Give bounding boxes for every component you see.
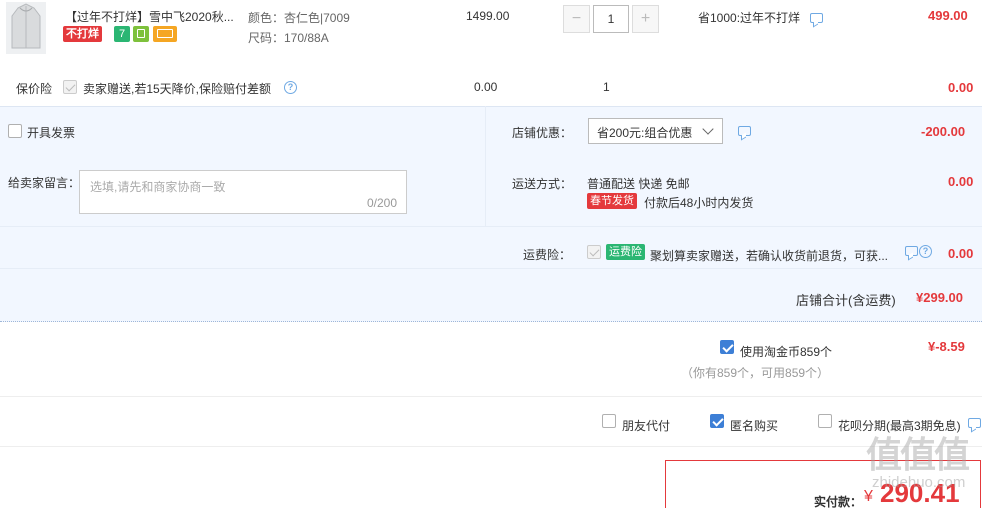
freight-insurance-label: 运费险： bbox=[523, 248, 572, 262]
insurance-qty: 1 bbox=[603, 80, 610, 94]
message-label: 给卖家留言： bbox=[8, 176, 81, 190]
shipping-note: 付款后48小时内发货 bbox=[644, 196, 754, 210]
chevron-down-icon bbox=[702, 123, 714, 135]
shop-discount-label: 店铺优惠： bbox=[512, 126, 573, 140]
product-thumbnail[interactable] bbox=[6, 2, 46, 54]
message-placeholder: 选填,请先和商家协商一致 bbox=[90, 180, 226, 194]
shipping-label: 运送方式： bbox=[512, 177, 573, 191]
freight-insurance-desc: 聚划算卖家赠送，若确认收货前退货，可获... bbox=[650, 249, 889, 263]
watermark: 值值值 bbox=[866, 434, 970, 475]
decrease-button[interactable]: − bbox=[563, 5, 590, 33]
coins-sub: （你有859个，可用859个） bbox=[681, 366, 830, 380]
chat-icon[interactable] bbox=[968, 418, 981, 428]
invoice-checkbox[interactable] bbox=[8, 124, 22, 138]
shipping-method: 普通配送 快递 免邮 bbox=[587, 177, 690, 191]
shop-discount-select[interactable]: 省200元:组合优惠 bbox=[588, 118, 723, 144]
quantity-input[interactable]: 1 bbox=[593, 5, 629, 33]
sku-size: 尺码：170/88A bbox=[248, 31, 329, 45]
coins-checkbox[interactable] bbox=[720, 340, 734, 354]
shipping-amount: 0.00 bbox=[948, 174, 974, 189]
shipping-tag: 春节发货 bbox=[587, 193, 637, 209]
message-textarea[interactable]: 选填,请先和商家协商一致 0/200 bbox=[79, 170, 407, 214]
jacket-icon bbox=[11, 3, 41, 49]
coins-label: 使用淘金币859个 bbox=[740, 345, 833, 359]
anonymous-checkbox[interactable] bbox=[710, 414, 724, 428]
badge-card-icon bbox=[153, 26, 177, 42]
quantity-stepper: − 1 + bbox=[563, 5, 659, 33]
shop-discount-amount: -200.00 bbox=[921, 124, 966, 139]
chat-icon[interactable] bbox=[738, 126, 751, 136]
shop-total-label: 店铺合计(含运费) bbox=[796, 293, 896, 308]
help-icon[interactable]: ? bbox=[284, 81, 297, 94]
divider bbox=[0, 446, 982, 447]
watermark-sub: zhidehuo.com bbox=[872, 474, 966, 491]
shop-discount-value: 省200元:组合优惠 bbox=[597, 126, 693, 140]
badge-no-close: 不打烊 bbox=[63, 26, 102, 42]
item-subtotal: 499.00 bbox=[928, 8, 968, 23]
unit-price: 1499.00 bbox=[466, 9, 510, 23]
badge-guarantee-icon bbox=[133, 26, 149, 42]
panel-divider-h bbox=[0, 226, 982, 227]
freight-insurance-tag: 运费险 bbox=[606, 244, 645, 260]
pay-label: 实付款： bbox=[814, 495, 863, 508]
huabei-checkbox[interactable] bbox=[818, 414, 832, 428]
increase-button[interactable]: + bbox=[632, 5, 659, 33]
insurance-subtotal: 0.00 bbox=[948, 80, 974, 95]
item-title[interactable]: 【过年不打烊】雪中飞2020秋... bbox=[65, 8, 234, 25]
friend-pay-label: 朋友代付 bbox=[622, 419, 671, 433]
anonymous-label: 匿名购买 bbox=[730, 419, 779, 433]
divider bbox=[0, 396, 982, 397]
chat-icon[interactable] bbox=[810, 13, 823, 23]
invoice-label: 开具发票 bbox=[27, 126, 76, 140]
badge-seven-days: 7 bbox=[114, 26, 130, 42]
promo-text: 省1000:过年不打烊 bbox=[698, 11, 801, 25]
shop-total-amount: ¥299.00 bbox=[916, 290, 963, 305]
freight-insurance-amount: 0.00 bbox=[948, 246, 974, 261]
coins-amount: ¥-8.59 bbox=[928, 339, 965, 354]
insurance-checkbox[interactable] bbox=[63, 80, 77, 94]
sku-color: 颜色：杏仁色|7009 bbox=[248, 11, 350, 25]
freight-insurance-checkbox[interactable] bbox=[587, 245, 601, 259]
insurance-price: 0.00 bbox=[474, 80, 498, 94]
friend-pay-checkbox[interactable] bbox=[602, 414, 616, 428]
help-icon[interactable]: ? bbox=[919, 245, 932, 258]
insurance-label: 保价险 bbox=[16, 82, 53, 96]
message-counter: 0/200 bbox=[366, 196, 397, 210]
insurance-desc: 卖家赠送,若15天降价,保险赔付差额 bbox=[83, 82, 272, 96]
chat-icon[interactable] bbox=[905, 246, 918, 256]
panel-divider bbox=[485, 106, 486, 226]
panel-divider-h2 bbox=[0, 268, 982, 269]
